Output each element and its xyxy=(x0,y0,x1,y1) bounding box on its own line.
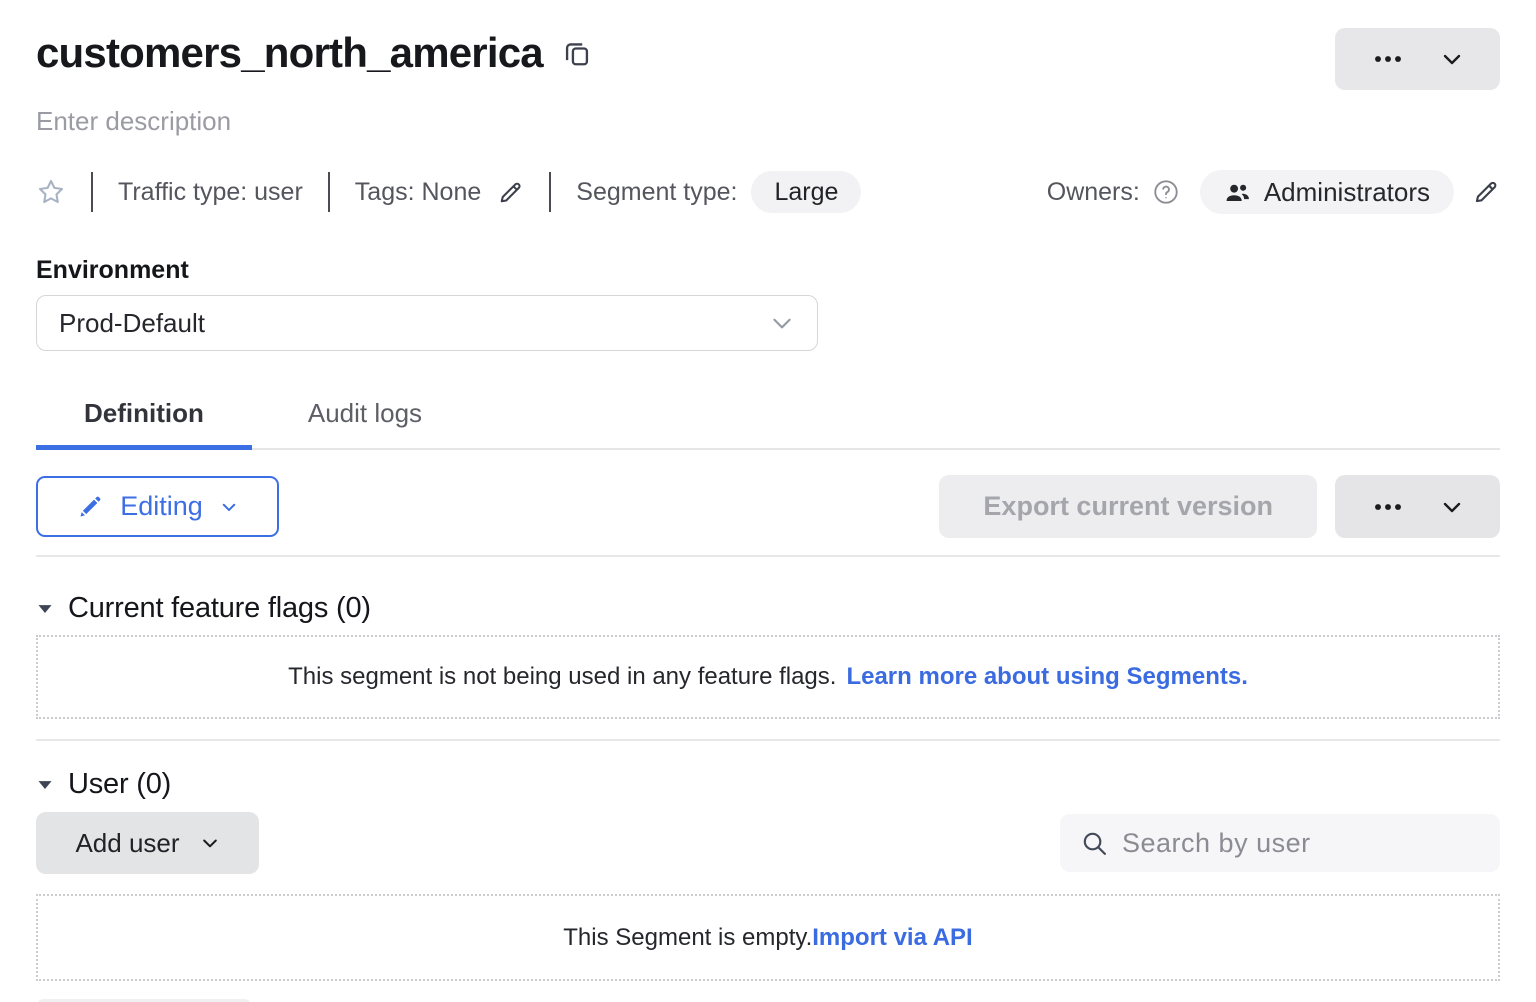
feature-flags-empty-text: This segment is not being used in any fe… xyxy=(288,663,836,691)
search-by-user-input[interactable] xyxy=(1122,828,1480,859)
caret-down-icon xyxy=(36,600,54,618)
star-icon[interactable] xyxy=(36,177,66,207)
chevron-down-icon xyxy=(1440,495,1464,519)
environment-label: Environment xyxy=(36,256,1500,285)
traffic-type-label: Traffic type: user xyxy=(118,178,303,207)
feature-flags-section-header[interactable]: Current feature flags (0) xyxy=(36,592,1500,625)
definition-actions-button[interactable] xyxy=(1335,475,1500,538)
chevron-down-icon xyxy=(1440,47,1464,71)
environment-select[interactable]: Prod-Default xyxy=(36,295,818,351)
divider xyxy=(36,555,1500,557)
user-section-header[interactable]: User (0) xyxy=(36,768,1500,801)
segment-detail-page: customers_north_america Enter descriptio… xyxy=(0,0,1536,1002)
user-heading: User (0) xyxy=(68,768,171,801)
feature-flags-heading: Current feature flags (0) xyxy=(68,592,371,625)
page-header: customers_north_america xyxy=(36,28,1500,90)
tab-bar: Definition Audit logs xyxy=(36,384,1500,450)
feature-flags-empty-state: This segment is not being used in any fe… xyxy=(36,635,1500,719)
chevron-down-icon xyxy=(769,310,795,336)
add-user-button[interactable]: Add user xyxy=(36,812,259,874)
divider xyxy=(549,172,551,212)
owners-label: Owners: xyxy=(1047,178,1140,207)
divider xyxy=(36,739,1500,741)
chevron-down-icon xyxy=(200,833,220,853)
description-placeholder[interactable]: Enter description xyxy=(36,106,1500,137)
meta-row: Traffic type: user Tags: None Segment ty… xyxy=(36,170,1500,214)
segment-empty-text: This Segment is empty. xyxy=(563,924,812,952)
tab-audit-logs[interactable]: Audit logs xyxy=(260,384,470,450)
add-user-label: Add user xyxy=(75,828,179,859)
learn-more-link[interactable]: Learn more about using Segments. xyxy=(846,663,1247,691)
chevron-down-icon xyxy=(220,498,238,516)
definition-toolbar: Editing Export current version xyxy=(36,475,1500,538)
copy-icon[interactable] xyxy=(563,38,591,68)
segment-type-label: Segment type: xyxy=(576,178,737,207)
environment-selected-value: Prod-Default xyxy=(59,308,205,339)
editing-label: Editing xyxy=(120,491,203,522)
owners-chip[interactable]: Administrators xyxy=(1200,170,1454,214)
people-icon xyxy=(1224,179,1251,206)
import-via-api-link[interactable]: Import via API xyxy=(812,924,972,952)
editing-mode-button[interactable]: Editing xyxy=(36,476,279,537)
edit-tags-pencil-icon[interactable] xyxy=(497,179,524,206)
pencil-icon xyxy=(77,494,103,520)
export-current-version-button[interactable]: Export current version xyxy=(939,475,1317,538)
header-actions-button[interactable] xyxy=(1335,28,1500,90)
tags-label: Tags: None xyxy=(355,178,481,207)
search-icon xyxy=(1080,829,1109,858)
page-title: customers_north_america xyxy=(36,28,543,78)
ellipsis-icon xyxy=(1372,491,1404,523)
user-controls-row: Add user xyxy=(36,812,1500,874)
tab-definition[interactable]: Definition xyxy=(36,384,252,450)
edit-owners-pencil-icon[interactable] xyxy=(1472,178,1500,206)
help-circle-icon[interactable] xyxy=(1152,178,1180,206)
segment-empty-state: This Segment is empty. Import via API xyxy=(36,894,1500,981)
user-search-box xyxy=(1060,814,1500,872)
divider xyxy=(328,172,330,212)
divider xyxy=(91,172,93,212)
caret-down-icon xyxy=(36,776,54,794)
segment-type-badge: Large xyxy=(751,171,861,213)
owners-value: Administrators xyxy=(1264,177,1430,208)
ellipsis-icon xyxy=(1372,43,1404,75)
